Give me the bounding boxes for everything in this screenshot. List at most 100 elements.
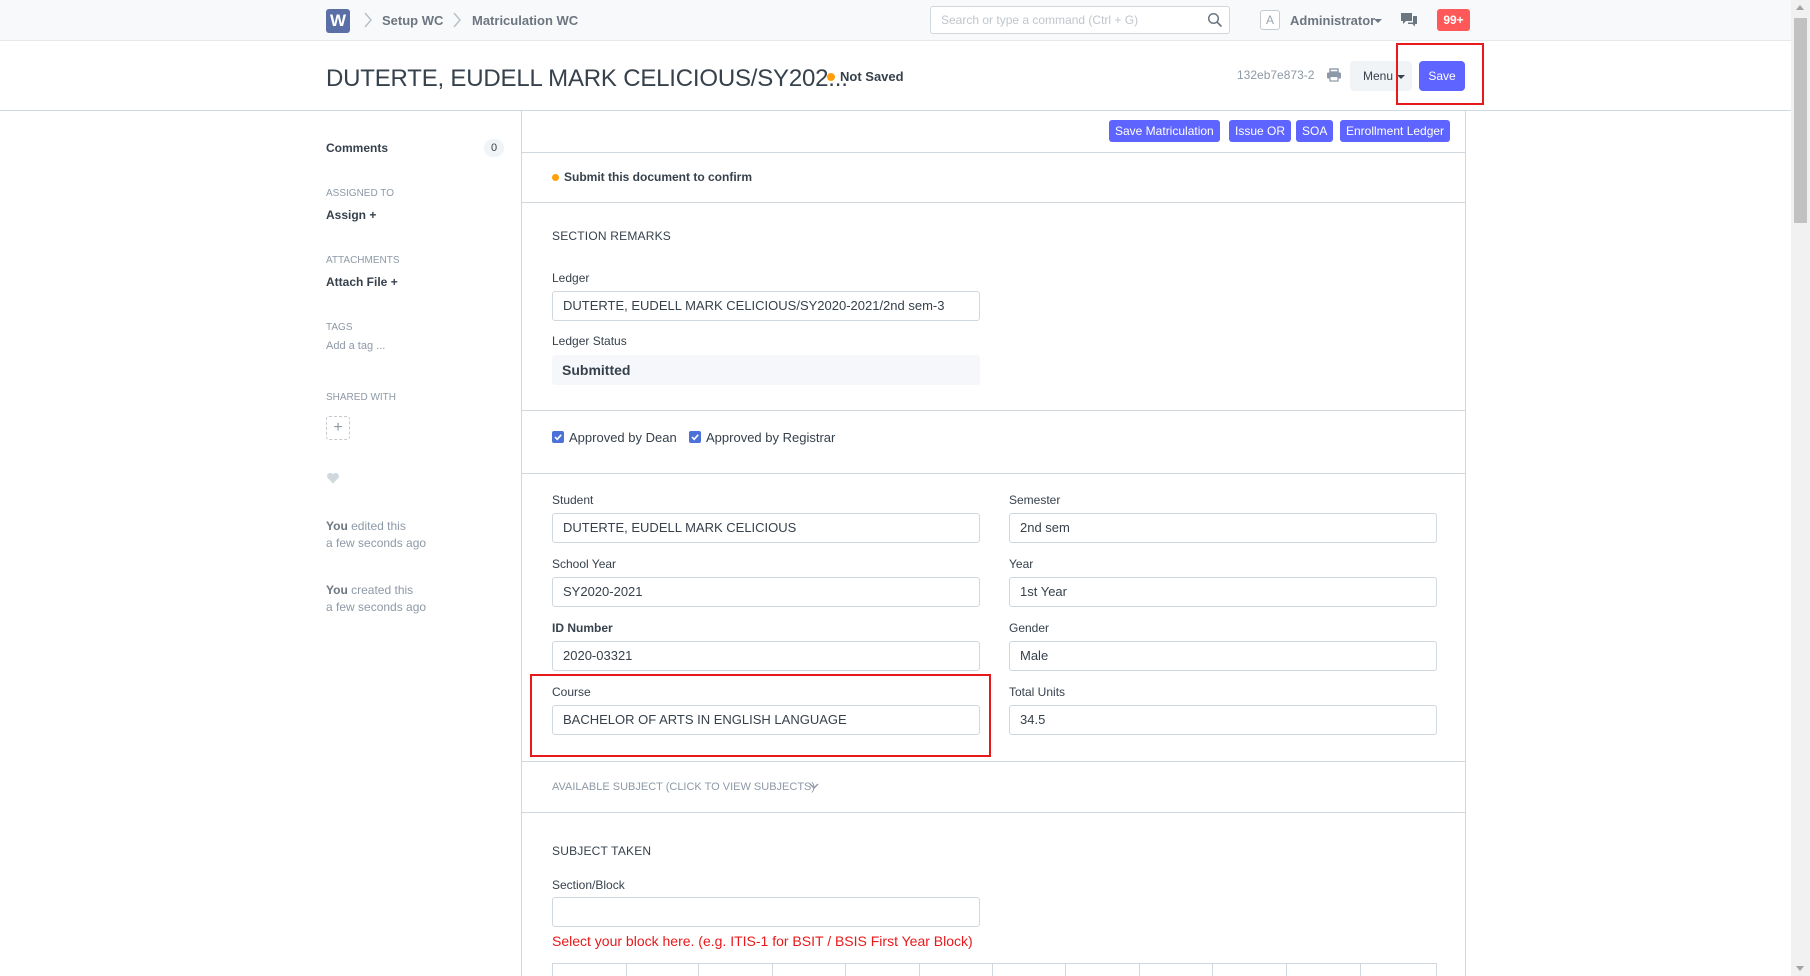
- subjects-grid: [552, 963, 1437, 976]
- section-remarks-heading: SECTION REMARKS: [552, 229, 672, 243]
- shared-with-label: SHARED WITH: [326, 392, 396, 403]
- divider: [522, 410, 1465, 411]
- grid-column-divider: [1212, 963, 1213, 976]
- plus-icon: +: [390, 275, 398, 289]
- document-id: 132eb7e873-2: [1237, 68, 1315, 82]
- user-menu[interactable]: Administrator: [1290, 13, 1375, 28]
- subject-taken-heading: SUBJECT TAKEN: [552, 844, 652, 858]
- ledger-status-value: Submitted: [552, 355, 980, 385]
- navbar: W Setup WC Matriculation WC A Administra…: [0, 0, 1791, 41]
- save-button[interactable]: Save: [1419, 61, 1465, 91]
- grid-column-divider: [1139, 963, 1140, 976]
- year-field[interactable]: 1st Year: [1009, 577, 1437, 607]
- attach-file-button[interactable]: Attach File +: [326, 275, 398, 289]
- ledger-field[interactable]: DUTERTE, EUDELL MARK CELICIOUS/SY2020-20…: [552, 291, 980, 321]
- page-title: DUTERTE, EUDELL MARK CELICIOUS/SY202...: [326, 65, 848, 92]
- user-avatar[interactable]: A: [1260, 10, 1280, 30]
- grid-column-divider: [1065, 963, 1066, 976]
- course-label: Course: [552, 685, 591, 699]
- divider: [522, 152, 1465, 153]
- approved-by-registrar-checkbox[interactable]: [689, 431, 701, 443]
- student-field[interactable]: DUTERTE, EUDELL MARK CELICIOUS: [552, 513, 980, 543]
- scroll-down-arrow[interactable]: [1796, 966, 1804, 971]
- add-tag-input[interactable]: Add a tag ...: [326, 340, 385, 352]
- id-number-field[interactable]: 2020-03321: [552, 641, 980, 671]
- section-block-help: Select your block here. (e.g. ITIS-1 for…: [552, 933, 973, 949]
- id-number-label: ID Number: [552, 621, 613, 635]
- enrollment-ledger-button[interactable]: Enrollment Ledger: [1340, 120, 1451, 142]
- soa-button[interactable]: SOA: [1296, 120, 1334, 142]
- grid-column-divider: [919, 963, 920, 976]
- breadcrumb-matriculation[interactable]: Matriculation WC: [472, 13, 578, 28]
- grid-column-divider: [992, 963, 993, 976]
- ledger-label: Ledger: [552, 271, 590, 285]
- activity-item: You created this a few seconds ago: [326, 582, 426, 616]
- search-box: [930, 6, 1230, 34]
- check-icon: [691, 434, 699, 441]
- grid-column-divider: [772, 963, 773, 976]
- section-block-field[interactable]: [552, 897, 980, 927]
- chat-icon[interactable]: [1400, 12, 1418, 28]
- approved-by-registrar-label: Approved by Registrar: [706, 430, 836, 445]
- divider: [522, 473, 1465, 474]
- divider: [522, 761, 1465, 762]
- total-units-field[interactable]: 34.5: [1009, 705, 1437, 735]
- gender-field[interactable]: Male: [1009, 641, 1437, 671]
- school-year-field[interactable]: SY2020-2021: [552, 577, 980, 607]
- search-input[interactable]: [931, 7, 1191, 33]
- printer-icon[interactable]: [1326, 68, 1342, 82]
- plus-icon: +: [333, 419, 343, 436]
- scroll-up-arrow[interactable]: [1796, 5, 1804, 10]
- attachments-label: ATTACHMENTS: [326, 255, 400, 266]
- form-layout: Save Matriculation Issue OR SOA Enrollme…: [521, 111, 1466, 976]
- chevron-right-icon: [364, 12, 372, 28]
- assigned-to-label: ASSIGNED TO: [326, 188, 394, 199]
- activity-item: You edited this a few seconds ago: [326, 518, 426, 552]
- status-text: Not Saved: [840, 69, 904, 84]
- issue-or-button[interactable]: Issue OR: [1229, 120, 1292, 142]
- semester-label: Semester: [1009, 493, 1061, 507]
- tags-label: TAGS: [326, 322, 353, 333]
- activity-who: You: [326, 583, 348, 597]
- grid-column-divider: [626, 963, 627, 976]
- chevron-down-icon: [1397, 75, 1405, 79]
- course-field[interactable]: BACHELOR OF ARTS IN ENGLISH LANGUAGE: [552, 705, 980, 735]
- chevron-down-icon[interactable]: [808, 781, 820, 791]
- attach-label: Attach File: [326, 275, 388, 289]
- assign-label: Assign: [326, 208, 367, 222]
- assign-button[interactable]: Assign +: [326, 208, 376, 222]
- comments-count: 0: [484, 139, 504, 157]
- notifications-badge[interactable]: 99+: [1437, 9, 1470, 31]
- semester-field[interactable]: 2nd sem: [1009, 513, 1437, 543]
- grid-column-divider: [698, 963, 699, 976]
- grid-column-divider: [1286, 963, 1287, 976]
- scrollbar-thumb[interactable]: [1794, 18, 1807, 223]
- divider: [522, 812, 1465, 813]
- activity-when: a few seconds ago: [326, 536, 427, 550]
- activity-what: created this: [351, 583, 414, 597]
- total-units-label: Total Units: [1009, 685, 1066, 699]
- section-block-label: Section/Block: [552, 878, 625, 892]
- heart-icon[interactable]: [326, 471, 340, 485]
- plus-icon: +: [369, 208, 377, 222]
- approved-by-dean-checkbox[interactable]: [552, 431, 564, 443]
- submit-message: Submit this document to confirm: [564, 170, 752, 184]
- grid-column-divider: [1360, 963, 1361, 976]
- gender-label: Gender: [1009, 621, 1050, 635]
- available-subject-toggle[interactable]: AVAILABLE SUBJECT (CLICK TO VIEW SUBJECT…: [552, 781, 815, 793]
- app-logo[interactable]: W: [326, 9, 350, 33]
- activity-who: You: [326, 519, 348, 533]
- grid-column-divider: [845, 963, 846, 976]
- search-icon[interactable]: [1207, 12, 1223, 28]
- check-icon: [554, 434, 562, 441]
- menu-button[interactable]: Menu: [1350, 61, 1412, 91]
- indicator-dot: [552, 174, 559, 181]
- share-add-button[interactable]: +: [326, 416, 350, 440]
- breadcrumb-setup[interactable]: Setup WC: [382, 13, 443, 28]
- status-indicator: [827, 73, 835, 81]
- menu-label: Menu: [1363, 69, 1394, 83]
- activity-when: a few seconds ago: [326, 600, 427, 614]
- student-label: Student: [552, 493, 594, 507]
- comments-link[interactable]: Comments: [326, 141, 388, 155]
- save-matriculation-button[interactable]: Save Matriculation: [1109, 120, 1220, 142]
